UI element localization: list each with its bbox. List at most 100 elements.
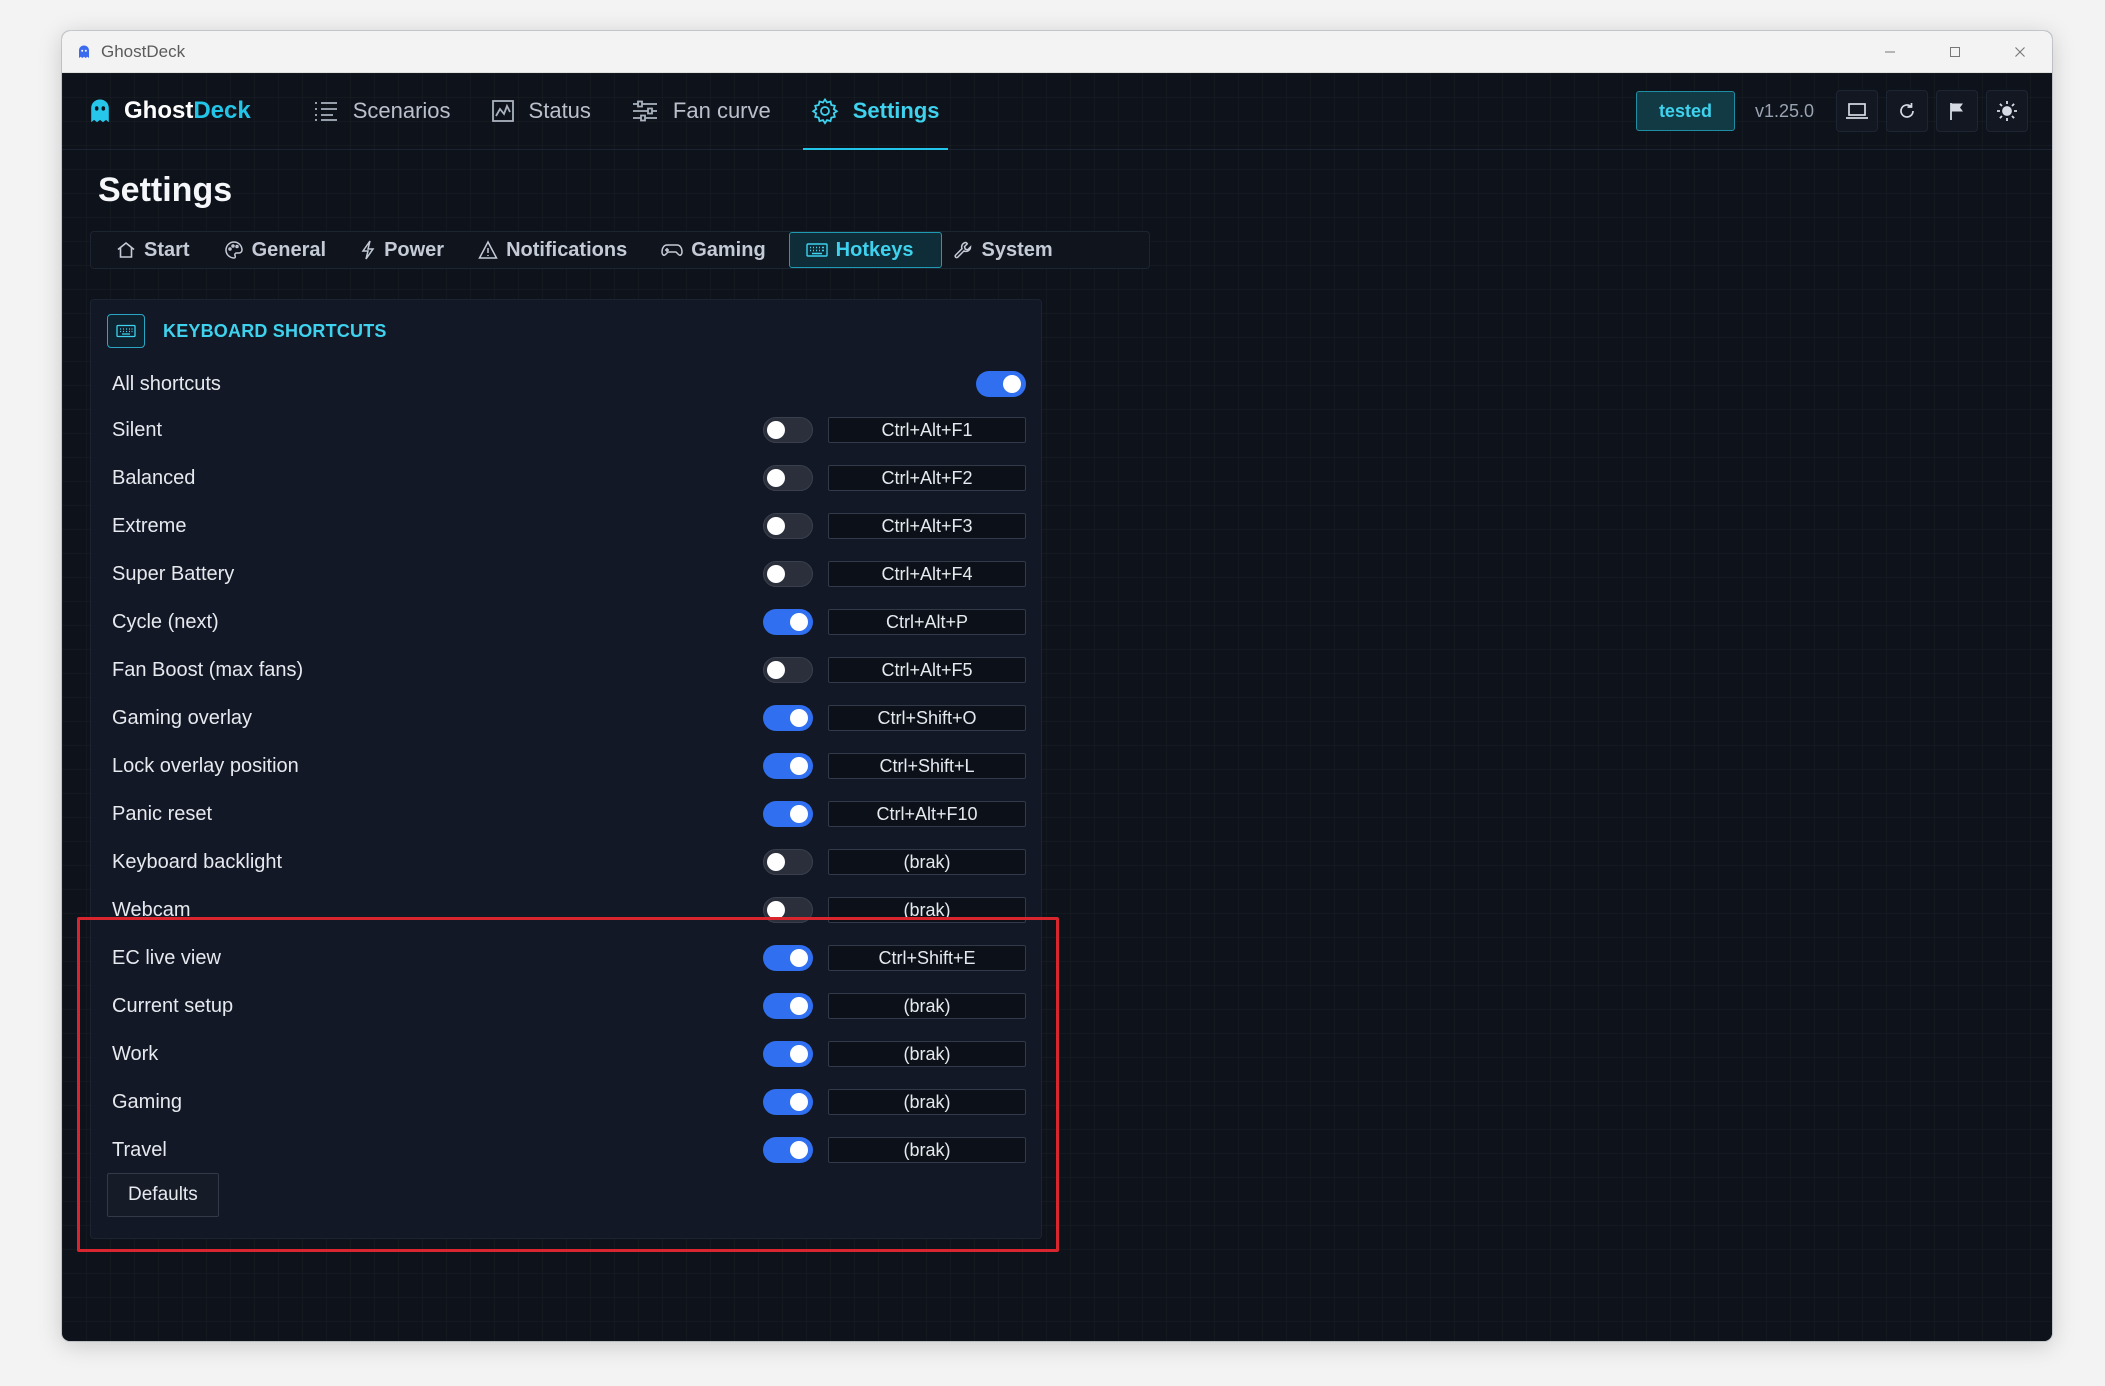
shortcut-toggle[interactable]	[763, 1089, 813, 1115]
hotkey-field[interactable]: Ctrl+Shift+O	[828, 705, 1026, 731]
shortcut-toggle[interactable]	[763, 753, 813, 779]
toggle-knob	[790, 1045, 808, 1063]
shortcut-toggle[interactable]	[763, 657, 813, 683]
shortcut-row: Gaming overlay Ctrl+Shift+O	[91, 694, 1041, 742]
laptop-button[interactable]	[1836, 90, 1878, 132]
palette-icon	[224, 240, 244, 260]
nav-items: Scenarios Status Fan curve Settings	[293, 73, 960, 150]
brand-name: GhostDeck	[124, 97, 251, 125]
shortcut-row: Current setup (brak)	[91, 982, 1041, 1030]
shortcut-toggle[interactable]	[763, 1041, 813, 1067]
toggle-knob	[767, 517, 785, 535]
shortcut-toggle[interactable]	[763, 705, 813, 731]
refresh-button[interactable]	[1886, 90, 1928, 132]
toggle-knob	[790, 613, 808, 631]
shortcut-label: Keyboard backlight	[112, 850, 283, 873]
shortcut-row: Gaming (brak)	[91, 1078, 1041, 1126]
hotkey-field[interactable]: Ctrl+Shift+E	[828, 945, 1026, 971]
shortcut-row: Cycle (next) Ctrl+Alt+P	[91, 598, 1041, 646]
wrench-icon	[953, 240, 973, 260]
shortcut-toggle[interactable]	[763, 609, 813, 635]
nav-item-label: Settings	[852, 98, 940, 123]
sliders-icon	[631, 99, 659, 123]
all-shortcuts-toggle[interactable]	[976, 371, 1026, 397]
shortcut-toggle[interactable]	[763, 849, 813, 875]
tab-label: Start	[144, 238, 190, 261]
tab-hotkeys[interactable]: Hotkeys	[788, 232, 943, 268]
top-right-controls: tested v1.25.0	[1635, 73, 2028, 149]
minimize-button[interactable]	[1857, 31, 1922, 72]
nav-item-settings[interactable]: Settings	[791, 73, 960, 150]
hotkey-field[interactable]: Ctrl+Shift+L	[828, 753, 1026, 779]
window-controls	[1857, 31, 2052, 72]
toggle-knob	[790, 1093, 808, 1111]
hotkey-field[interactable]: (brak)	[828, 993, 1026, 1019]
brand-name-part2: Deck	[193, 97, 251, 124]
shortcut-label: Panic reset	[112, 802, 213, 825]
shortcut-toggle[interactable]	[763, 417, 813, 443]
hotkey-field[interactable]: Ctrl+Alt+F4	[828, 561, 1026, 587]
toggle-knob	[767, 469, 785, 487]
hotkey-field[interactable]: (brak)	[828, 897, 1026, 923]
hotkey-field[interactable]: Ctrl+Alt+F10	[828, 801, 1026, 827]
close-button[interactable]	[1987, 31, 2052, 72]
nav-item-fan-curve[interactable]: Fan curve	[611, 73, 791, 149]
tab-label: System	[981, 238, 1053, 261]
nav-item-label: Status	[528, 98, 591, 123]
shortcut-toggle[interactable]	[763, 897, 813, 923]
shortcut-row: EC live view Ctrl+Shift+E	[91, 934, 1041, 982]
shortcut-label: Fan Boost (max fans)	[112, 658, 304, 681]
keyboard-shortcuts-card: KEYBOARD SHORTCUTS All shortcuts Silent Ct…	[77, 299, 1059, 1252]
shortcut-label: EC live view	[112, 946, 221, 969]
hotkey-field[interactable]: Ctrl+Alt+F5	[828, 657, 1026, 683]
hotkey-field[interactable]: Ctrl+Alt+F3	[828, 513, 1026, 539]
card-header: KEYBOARD SHORTCUTS	[107, 314, 387, 348]
tab-power[interactable]: Power	[349, 232, 467, 268]
flag-button[interactable]	[1936, 90, 1978, 132]
hotkey-field[interactable]: (brak)	[828, 849, 1026, 875]
ghost-icon	[86, 97, 114, 125]
title-bar: GhostDeck	[62, 31, 2052, 73]
shortcut-toggle[interactable]	[763, 801, 813, 827]
shortcut-label: Super Battery	[112, 562, 235, 585]
card-title: KEYBOARD SHORTCUTS	[163, 320, 387, 341]
maximize-button[interactable]	[1922, 31, 1987, 72]
shortcut-row-all: All shortcuts	[91, 360, 1041, 408]
nav-item-scenarios[interactable]: Scenarios	[293, 73, 471, 149]
hotkey-field[interactable]: (brak)	[828, 1137, 1026, 1163]
tab-general[interactable]: General	[213, 232, 349, 268]
shortcut-toggle[interactable]	[763, 1137, 813, 1163]
hotkey-field[interactable]: (brak)	[828, 1041, 1026, 1067]
tab-start[interactable]: Start	[105, 232, 213, 268]
hotkey-field[interactable]: Ctrl+Alt+F2	[828, 465, 1026, 491]
shortcut-row: Super Battery Ctrl+Alt+F4	[91, 550, 1041, 598]
hotkey-field[interactable]: Ctrl+Alt+P	[828, 609, 1026, 635]
flag-icon	[1948, 101, 1966, 121]
tab-label: General	[251, 238, 327, 261]
shortcut-toggle[interactable]	[763, 513, 813, 539]
shortcut-toggle[interactable]	[763, 945, 813, 971]
tab-label: Power	[384, 238, 445, 261]
toggle-knob	[767, 853, 785, 871]
nav-item-status[interactable]: Status	[471, 73, 611, 149]
defaults-button[interactable]: Defaults	[107, 1173, 219, 1217]
shortcut-toggle[interactable]	[763, 465, 813, 491]
warning-icon	[478, 240, 498, 260]
shortcut-toggle[interactable]	[763, 993, 813, 1019]
chart-icon	[491, 99, 515, 123]
shortcut-label: Extreme	[112, 514, 187, 537]
home-icon	[116, 240, 136, 260]
tab-system[interactable]: System	[942, 232, 1075, 268]
tab-notifications[interactable]: Notifications	[467, 232, 650, 268]
theme-button[interactable]	[1986, 90, 2028, 132]
brand-logo[interactable]: GhostDeck	[86, 97, 251, 125]
hotkey-field[interactable]: (brak)	[828, 1089, 1026, 1115]
shortcut-label: Lock overlay position	[112, 754, 299, 777]
tab-gaming[interactable]: Gaming	[650, 232, 788, 268]
gamepad-icon	[661, 241, 683, 259]
tab-label: Hotkeys	[835, 238, 914, 261]
hotkey-field[interactable]: Ctrl+Alt+F1	[828, 417, 1026, 443]
app-body: GhostDeck Scenarios Status Fan curve Set…	[62, 73, 2052, 1341]
shortcut-toggle[interactable]	[763, 561, 813, 587]
app-window: GhostDeck GhostDeck Scenarios Status Fan…	[62, 31, 2052, 1341]
